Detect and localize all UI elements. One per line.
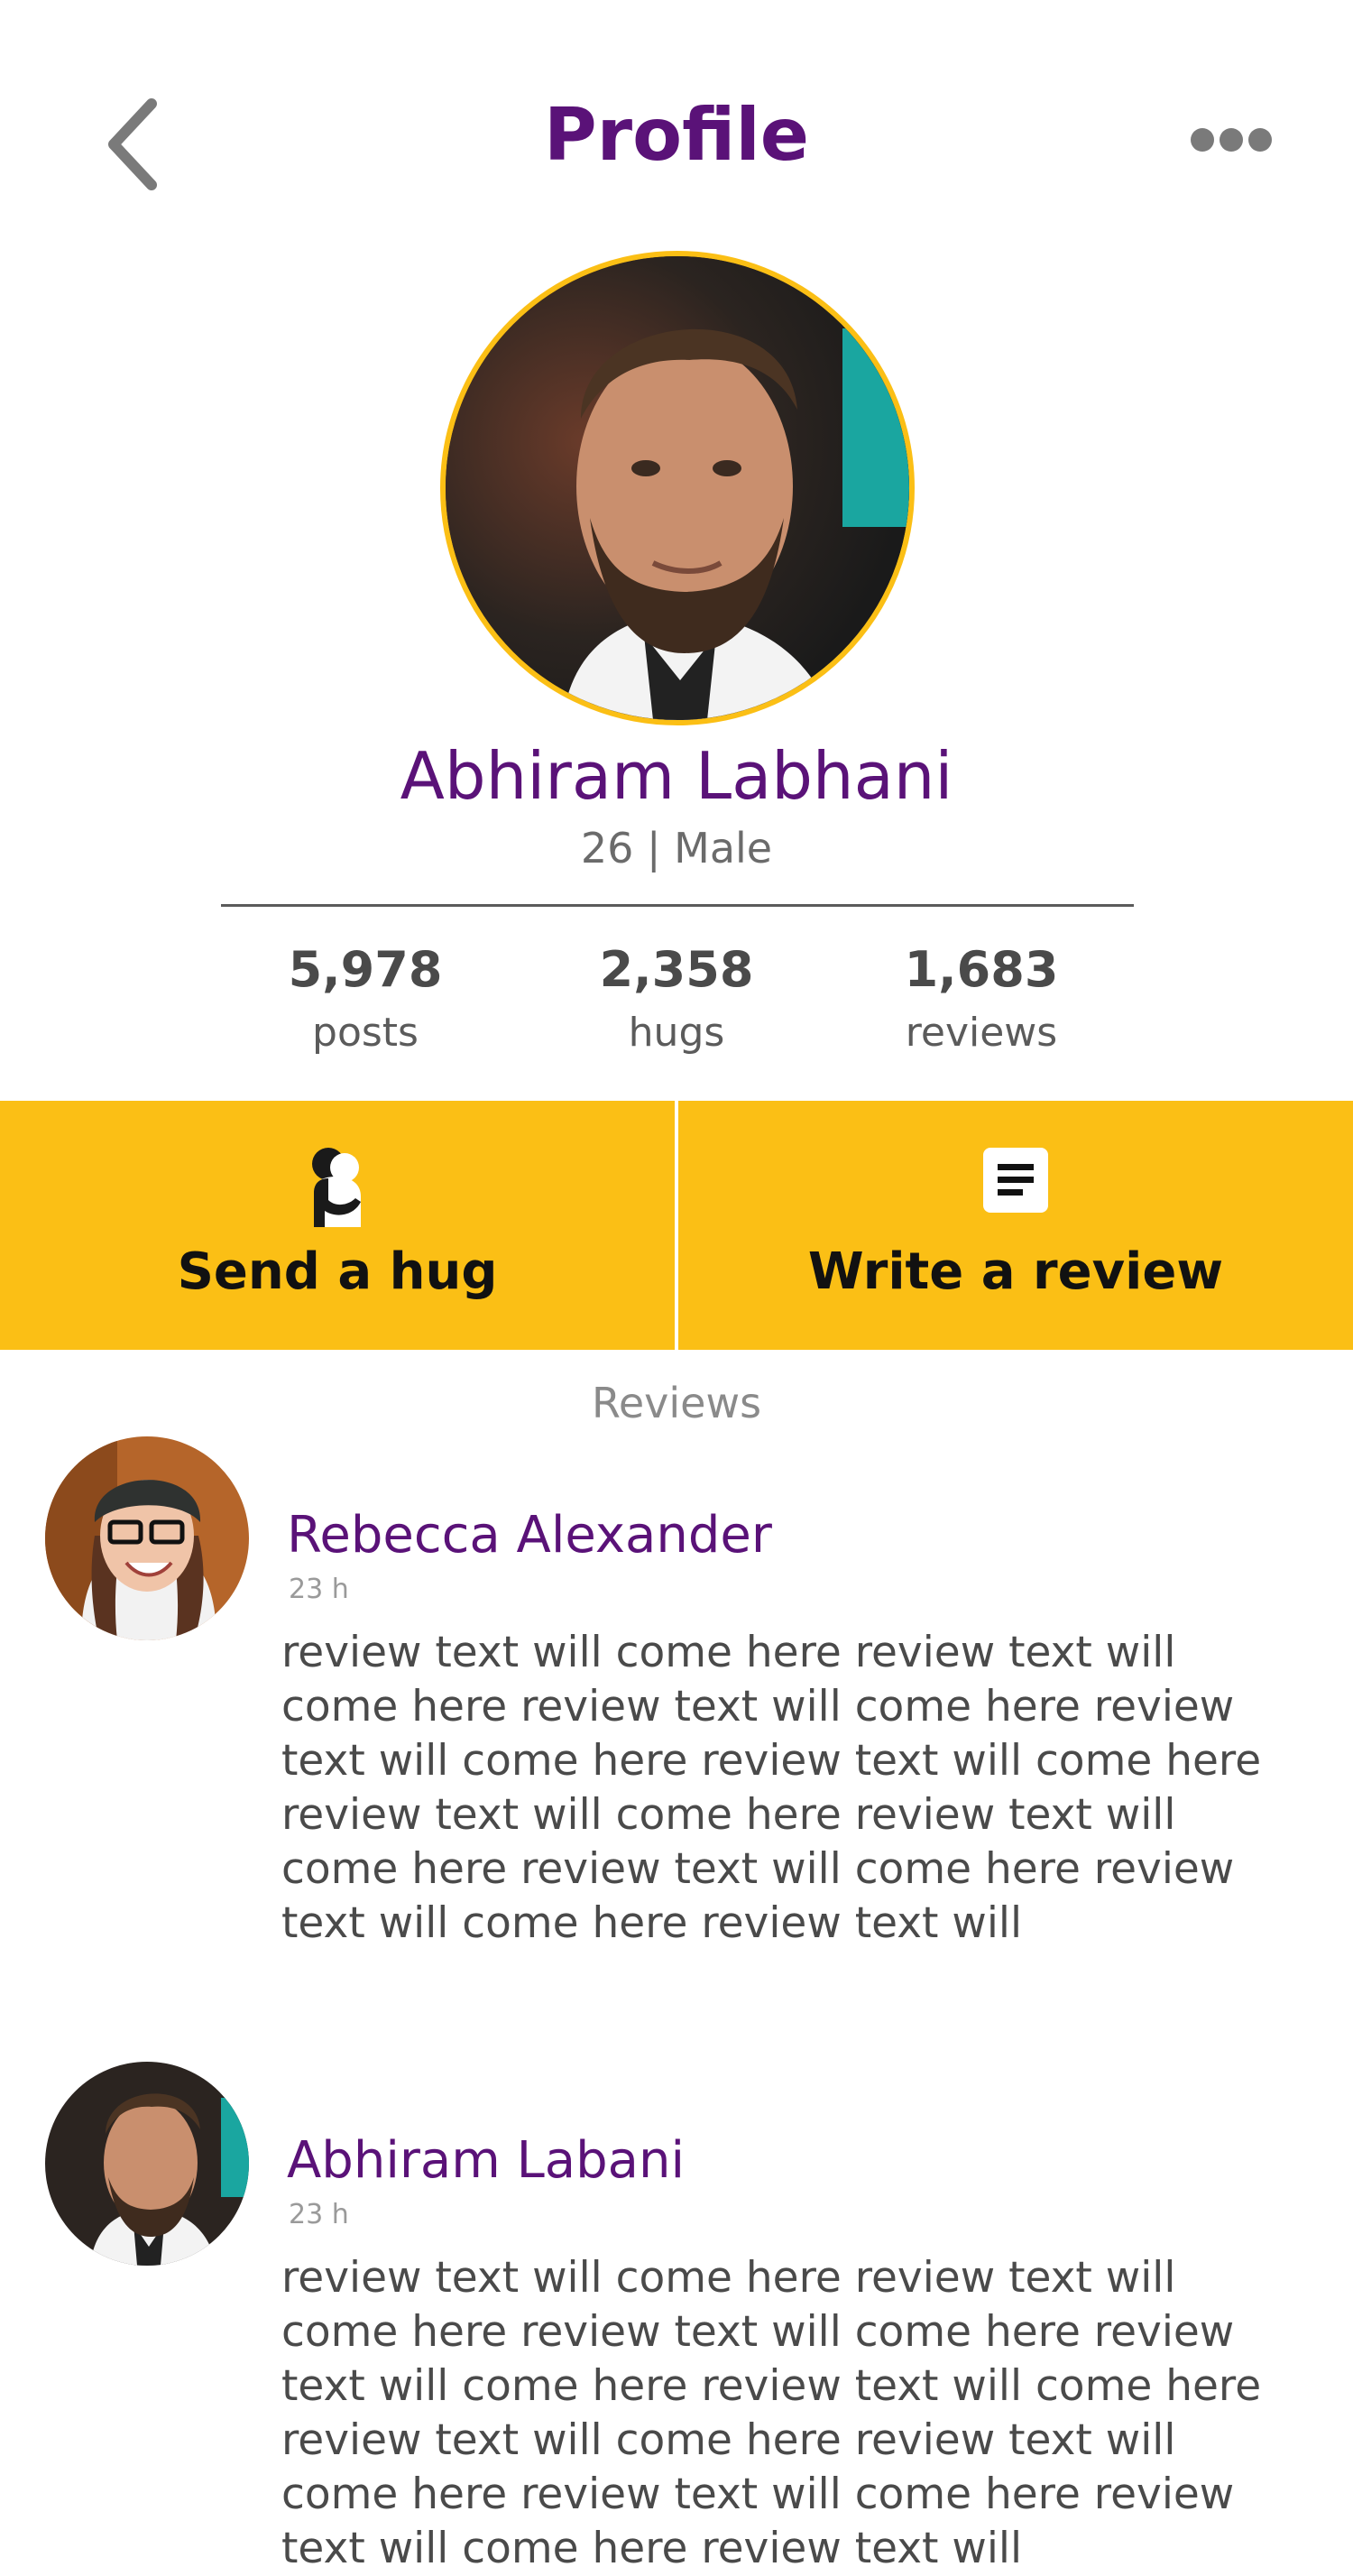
document-icon <box>983 1148 1048 1213</box>
stat-label: posts <box>312 1010 419 1056</box>
stat-value: 5,978 <box>288 941 443 998</box>
profile-age-gender: 26 | Male <box>580 824 773 873</box>
write-review-button[interactable]: Write a review <box>678 1101 1353 1350</box>
review-timestamp: 23 h <box>289 1574 349 1605</box>
action-bar: Send a hug Write a review <box>0 1101 1353 1350</box>
send-hug-label: Send a hug <box>177 1242 498 1301</box>
send-hug-button[interactable]: Send a hug <box>0 1101 675 1350</box>
page-title: Profile <box>543 93 810 177</box>
profile-photo <box>446 256 909 720</box>
reviewer-avatar[interactable] <box>45 2062 249 2266</box>
reviews-heading: Reviews <box>591 1379 762 1427</box>
reviewer-photo <box>45 2062 249 2266</box>
stat-label: hugs <box>628 1010 725 1056</box>
review-text: review text will come here review text w… <box>281 2253 1262 2573</box>
stat-reviews[interactable]: 1,683 reviews <box>828 934 1135 1060</box>
reviewer-name[interactable]: Abhiram Labani <box>287 2125 685 2197</box>
stat-hugs[interactable]: 2,358 hugs <box>523 934 830 1060</box>
reviewer-avatar[interactable] <box>45 1436 249 1640</box>
stat-value: 1,683 <box>904 941 1059 998</box>
more-horizontal-icon <box>1191 128 1272 152</box>
review-text: review text will come here review text w… <box>281 1628 1262 1948</box>
reviewer-name[interactable]: Rebecca Alexander <box>287 1500 772 1572</box>
stat-label: reviews <box>905 1010 1058 1056</box>
more-options-button[interactable] <box>1186 122 1276 158</box>
stat-value: 2,358 <box>599 941 754 998</box>
reviewer-photo <box>45 1436 249 1640</box>
divider <box>221 904 1134 907</box>
review-timestamp: 23 h <box>289 2199 349 2230</box>
profile-name: Abhiram Labhani <box>400 738 953 814</box>
stat-posts[interactable]: 5,978 posts <box>212 934 519 1060</box>
hug-icon <box>312 1148 361 1227</box>
profile-avatar <box>440 251 915 725</box>
write-review-label: Write a review <box>807 1242 1224 1301</box>
top-bar: Profile <box>0 0 1353 271</box>
